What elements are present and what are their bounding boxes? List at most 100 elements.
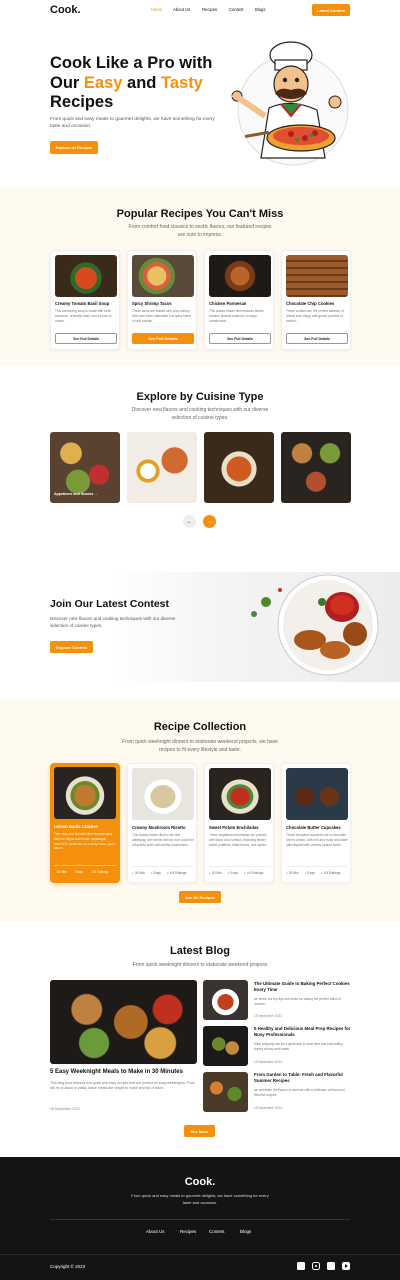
- collection-card[interactable]: Chocolate Butter Cupcakes These decadent…: [281, 763, 351, 883]
- collection-title: Recipe Collection: [153, 721, 247, 733]
- see-details-button[interactable]: See Full Details: [132, 333, 194, 344]
- blog-side-image[interactable]: [203, 1026, 248, 1066]
- nav-about[interactable]: About Us: [173, 7, 190, 12]
- twitter-icon[interactable]: [327, 1262, 335, 1270]
- card-desc: These cookies are the perfect balance of…: [286, 309, 344, 323]
- copyright: Copyright © 2023: [50, 1264, 86, 1269]
- card-title: Chicken Parmesan: [209, 301, 247, 306]
- popular-card[interactable]: Spicy Shrimp Tacos These tacos are loade…: [127, 250, 197, 350]
- hero-title-line-3: Recipes: [50, 93, 114, 111]
- blog-side-image[interactable]: [203, 1072, 248, 1112]
- recipe-image: [54, 767, 116, 819]
- popular-title: Popular Recipes You Can't Miss: [116, 208, 284, 220]
- hero-subtitle: From quick and easy meals to gourmet del…: [50, 117, 215, 130]
- footer-logo[interactable]: Cook.: [0, 1176, 400, 1188]
- explore-contest-button[interactable]: Explore Contest: [50, 641, 93, 653]
- card-desc: These vegetarian enchiladas are packed w…: [209, 833, 268, 847]
- contest-title: Join Our Latest Contest: [50, 598, 170, 610]
- card-title: Creamy Mushroom Risotto: [132, 825, 186, 830]
- carousel-prev-button[interactable]: ←: [183, 515, 196, 528]
- blog-side-desc: we celebrate the flavors of summer with …: [254, 1088, 345, 1097]
- blog-side-date: 18 September 2022: [254, 1014, 282, 1018]
- nav-home[interactable]: Home: [151, 7, 162, 12]
- popular-card[interactable]: Chocolate Chip Cookies These cookies are…: [281, 250, 351, 350]
- recipe-image: [132, 255, 194, 297]
- collection-card[interactable]: Creamy Mushroom Risotto This classic Ita…: [127, 763, 197, 883]
- recipe-image: [286, 768, 348, 820]
- see-details-button[interactable]: See Full Details: [286, 333, 348, 344]
- footer-link-blogs[interactable]: Blogs: [240, 1229, 251, 1234]
- contest-food-image: [251, 574, 379, 676]
- cuisine-card-appetizers[interactable]: Appetizers and Snacks →: [50, 432, 120, 503]
- footer-link-about[interactable]: About Us: [146, 1229, 165, 1234]
- collection-card-active[interactable]: Lemon Garlic Chicken This easy and flavo…: [50, 763, 120, 883]
- card-desc: This easy and flavorful dish features ju…: [54, 832, 116, 851]
- recipe-image: [286, 255, 348, 297]
- see-details-button[interactable]: See Full Details: [55, 333, 117, 344]
- blog-side-desc: we share our top tips and tricks for bak…: [254, 997, 342, 1006]
- blog-side-desc: Meal prepping can be a great way to save…: [254, 1042, 343, 1051]
- cuisine-card-4[interactable]: [281, 432, 351, 503]
- youtube-icon[interactable]: [342, 1262, 350, 1270]
- cuisine-subtitle: Discover new flavors and cooking techniq…: [131, 407, 269, 421]
- popular-card[interactable]: Creamy Tomato Basil Soup This comforting…: [50, 250, 120, 350]
- blog-main-desc: This blog post features five quick and e…: [50, 1081, 195, 1091]
- hero-title: Cook Like a Pro with Our Easy and Tasty …: [50, 54, 230, 113]
- footer-link-contest[interactable]: Contest: [209, 1229, 225, 1234]
- blog-main-image[interactable]: [50, 980, 197, 1064]
- blog-title: Latest Blog: [170, 945, 230, 957]
- nav-blogs[interactable]: Blogs: [255, 7, 265, 12]
- blog-main-title[interactable]: 5 Easy Weeknight Meals to Make in 30 Min…: [50, 1069, 200, 1075]
- contest-subtitle: Discover new flavors and cooking techniq…: [50, 616, 176, 629]
- card-meta: 30 MinEasy4.5 Ratings: [132, 871, 187, 875]
- collection-subtitle: From quick weeknight dinners to elaborat…: [122, 739, 278, 753]
- blog-side-title[interactable]: The Ultimate Guide to Baking Perfect Coo…: [254, 981, 352, 993]
- recipe-image: [209, 255, 271, 297]
- card-desc: These tacos are loaded with juicy shrimp…: [132, 309, 192, 323]
- instagram-icon[interactable]: [312, 1262, 320, 1270]
- card-desc: This classic Italian dish is rich and sa…: [132, 833, 195, 847]
- carousel-next-button[interactable]: →: [203, 515, 216, 528]
- see-details-button[interactable]: See Full Details: [209, 333, 271, 344]
- footer-text: From quick and easy meals to gourmet del…: [131, 1193, 269, 1205]
- card-title: Creamy Tomato Basil Soup: [55, 301, 110, 306]
- card-title: Sweet Potato Enchiladas: [209, 825, 259, 830]
- blog-main-date: 18 September 2022: [50, 1107, 80, 1111]
- explore-recipes-button[interactable]: Explore all Recipes: [50, 141, 98, 154]
- blog-side-date: 18 September 2022: [254, 1060, 282, 1064]
- nav-recipes[interactable]: Recipes: [202, 7, 217, 12]
- card-title: Spicy Shrimp Tacos: [132, 301, 172, 306]
- logo[interactable]: Cook.: [50, 4, 81, 16]
- arrow-right-icon: →: [94, 492, 98, 496]
- hero-title-line-1: Cook Like a Pro with: [50, 54, 213, 72]
- card-desc: This comforting soup is made with fresh …: [55, 309, 112, 323]
- footer: Cook. From quick and easy meals to gourm…: [0, 1157, 400, 1280]
- arrow-left-icon: ←: [186, 518, 193, 525]
- recipe-image: [209, 768, 271, 820]
- nav-contest[interactable]: Contest: [229, 7, 243, 12]
- cuisine-card-2[interactable]: [127, 432, 197, 503]
- see-more-button[interactable]: See More: [184, 1125, 215, 1137]
- top-nav: Cook. Home About Us Recipes Contest Blog…: [0, 0, 400, 24]
- latest-contest-button[interactable]: Latest Contest: [312, 4, 350, 16]
- popular-card[interactable]: Chicken Parmesan This classic Italian di…: [204, 250, 274, 350]
- blog-side-title[interactable]: 5 Healthy and Delicious Meal Prep Recipe…: [254, 1026, 352, 1038]
- card-desc: This classic Italian dish features tende…: [209, 309, 264, 323]
- blog-side-title[interactable]: From Garden to Table: Fresh and Flavorfu…: [254, 1072, 352, 1084]
- blog-side-date: 18 September 2022: [254, 1106, 282, 1110]
- card-desc: These decadent cupcakes are a chocolate …: [286, 833, 348, 847]
- popular-subtitle: From comfort food classics to exotic fla…: [128, 224, 272, 238]
- arrow-right-icon: →: [206, 518, 213, 525]
- blog-side-image[interactable]: [203, 980, 248, 1020]
- footer-link-recipes[interactable]: Recipes: [180, 1229, 196, 1234]
- recipe-image: [132, 768, 194, 820]
- cuisine-title: Explore by Cuisine Type: [136, 391, 264, 403]
- cuisine-card-3[interactable]: [204, 432, 274, 503]
- hero-title-line-2: Our Easy and Tasty: [50, 73, 203, 92]
- card-meta: 30 MinEasy4.9 Ratings: [54, 870, 109, 874]
- card-meta: 30 MinEasy4.5 Ratings: [286, 871, 341, 875]
- facebook-icon[interactable]: [297, 1262, 305, 1270]
- collection-card[interactable]: Sweet Potato Enchiladas These vegetarian…: [204, 763, 274, 883]
- card-title: Lemon Garlic Chicken: [54, 824, 99, 829]
- see-all-recipes-button[interactable]: See All Recipes: [179, 891, 221, 903]
